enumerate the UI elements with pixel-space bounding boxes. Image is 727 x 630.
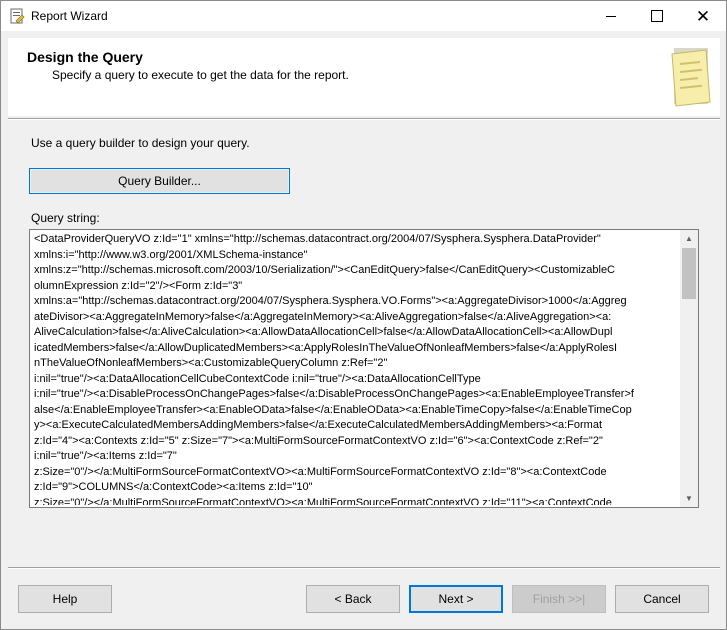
query-string-line: <DataProviderQueryVO z:Id="1" xmlns="htt… [34,233,601,245]
page-subtitle: Specify a query to execute to get the da… [52,68,349,82]
query-string-line: z:Id="4"><a:Contexts z:Id="5" z:Size="7"… [34,434,603,447]
window-title: Report Wizard [31,9,108,23]
report-wizard-window: Report Wizard ✕ Design the Query Specify… [0,0,727,630]
query-string-line: xmlns:a="http://schemas.datacontract.org… [34,295,627,307]
report-wizard-icon [10,8,25,24]
next-button[interactable]: Next > [409,585,503,613]
minimize-icon [606,15,616,17]
query-string-line: xmlns:i="http://www.w3.org/2001/XMLSchem… [34,248,308,261]
chevron-up-icon: ▲ [685,234,693,243]
report-document-icon [671,48,711,107]
query-string-label: Query string: [31,211,100,225]
query-builder-instruction: Use a query builder to design your query… [31,136,250,150]
query-string-line: ateDivisor><a:AggregateInMemory>false</a… [34,310,612,323]
title-bar[interactable]: Report Wizard ✕ [1,1,726,31]
query-string-line: alse</a:EnableEmployeeTransfer><a:Enable… [34,403,632,416]
query-string-line: icatedMembers>false</a:AllowDuplicatedMe… [34,341,618,354]
query-string-line: olumnExpression z:Id="2"/><Form z:Id="3" [34,279,243,292]
query-string-line: z:Size="0"/></a:MultiFormSourceFormatCon… [34,465,607,478]
finish-button: Finish >>| [512,585,606,613]
help-button[interactable]: Help [18,585,112,613]
wizard-header: Design the Query Specify a query to exec… [8,38,720,116]
close-icon: ✕ [695,6,711,26]
query-string-line: i:nil="true"/><a:Items z:Id="7" [34,450,177,462]
query-string-line: AliveCalculation>false</a:AliveCalculati… [34,326,613,338]
back-button[interactable]: < Back [306,585,400,613]
close-button[interactable]: ✕ [680,1,726,31]
minimize-button[interactable] [588,1,634,31]
scroll-down-button[interactable]: ▼ [680,490,698,507]
query-string-text[interactable]: <DataProviderQueryVO z:Id="1" xmlns="htt… [34,232,678,505]
scroll-up-button[interactable]: ▲ [680,230,698,247]
query-string-line: y><a:ExecuteCalculatedMembersAddingMembe… [34,419,603,431]
query-string-textarea[interactable]: <DataProviderQueryVO z:Id="1" xmlns="htt… [29,229,699,508]
cancel-button[interactable]: Cancel [615,585,709,613]
query-string-line: nTheValueOfNonleafMembers><a:Customizabl… [34,357,388,369]
query-builder-button[interactable]: Query Builder... [29,168,290,194]
query-string-line: i:nil="true"/><a:DataAllocationCellCubeC… [34,372,481,385]
footer-divider-highlight [8,568,720,569]
query-string-line: z:Size="0"/></a:MultiFormSourceFormatCon… [34,496,612,506]
query-string-line: xmlns:z="http://schemas.microsoft.com/20… [34,264,616,276]
header-divider-highlight [8,119,720,120]
scroll-thumb[interactable] [682,248,696,299]
page-title: Design the Query [27,49,143,65]
maximize-button[interactable] [634,1,680,31]
maximize-icon [651,10,663,22]
chevron-down-icon: ▼ [685,494,693,503]
query-string-scrollbar[interactable]: ▲ ▼ [680,230,698,507]
query-string-line: z:Id="9">COLUMNS</a:ContextCode><a:Items… [34,481,313,493]
query-string-line: i:nil="true"/><a:DisableProcessOnChangeP… [34,388,634,400]
